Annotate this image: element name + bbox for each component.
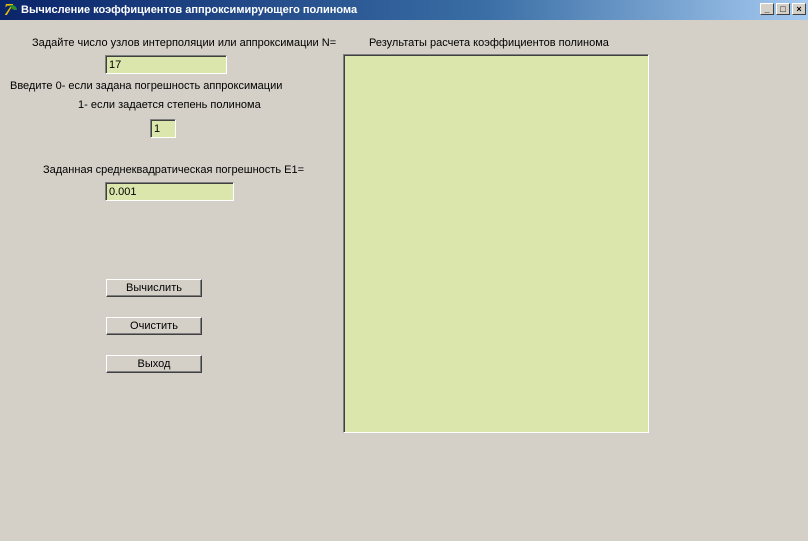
maximize-button[interactable]: □ <box>776 3 790 15</box>
exit-button[interactable]: Выход <box>106 355 202 373</box>
window-title: Вычисление коэффициентов аппроксимирующе… <box>21 4 358 16</box>
close-button[interactable]: × <box>792 3 806 15</box>
clear-button[interactable]: Очистить <box>106 317 202 335</box>
error-input[interactable] <box>105 182 234 201</box>
mode-input[interactable] <box>150 119 176 138</box>
mode-label-line1: Введите 0- если задана погрешность аппро… <box>10 80 283 92</box>
app-icon: 7 <box>4 0 18 19</box>
nodes-input[interactable] <box>105 55 227 74</box>
title-bar[interactable]: 7 Вычисление коэффициентов аппроксимирую… <box>0 0 808 20</box>
window-controls: _ □ × <box>760 3 806 15</box>
nodes-label: Задайте число узлов интерполяции или апп… <box>32 37 337 49</box>
error-label: Заданная среднеквадратическая погрешност… <box>43 164 305 176</box>
results-label: Результаты расчета коэффициентов полином… <box>369 37 609 49</box>
results-memo[interactable] <box>343 54 649 433</box>
mode-label-line2: 1- если задается степень полинома <box>78 99 261 111</box>
minimize-button[interactable]: _ <box>760 3 774 15</box>
compute-button[interactable]: Вычислить <box>106 279 202 297</box>
